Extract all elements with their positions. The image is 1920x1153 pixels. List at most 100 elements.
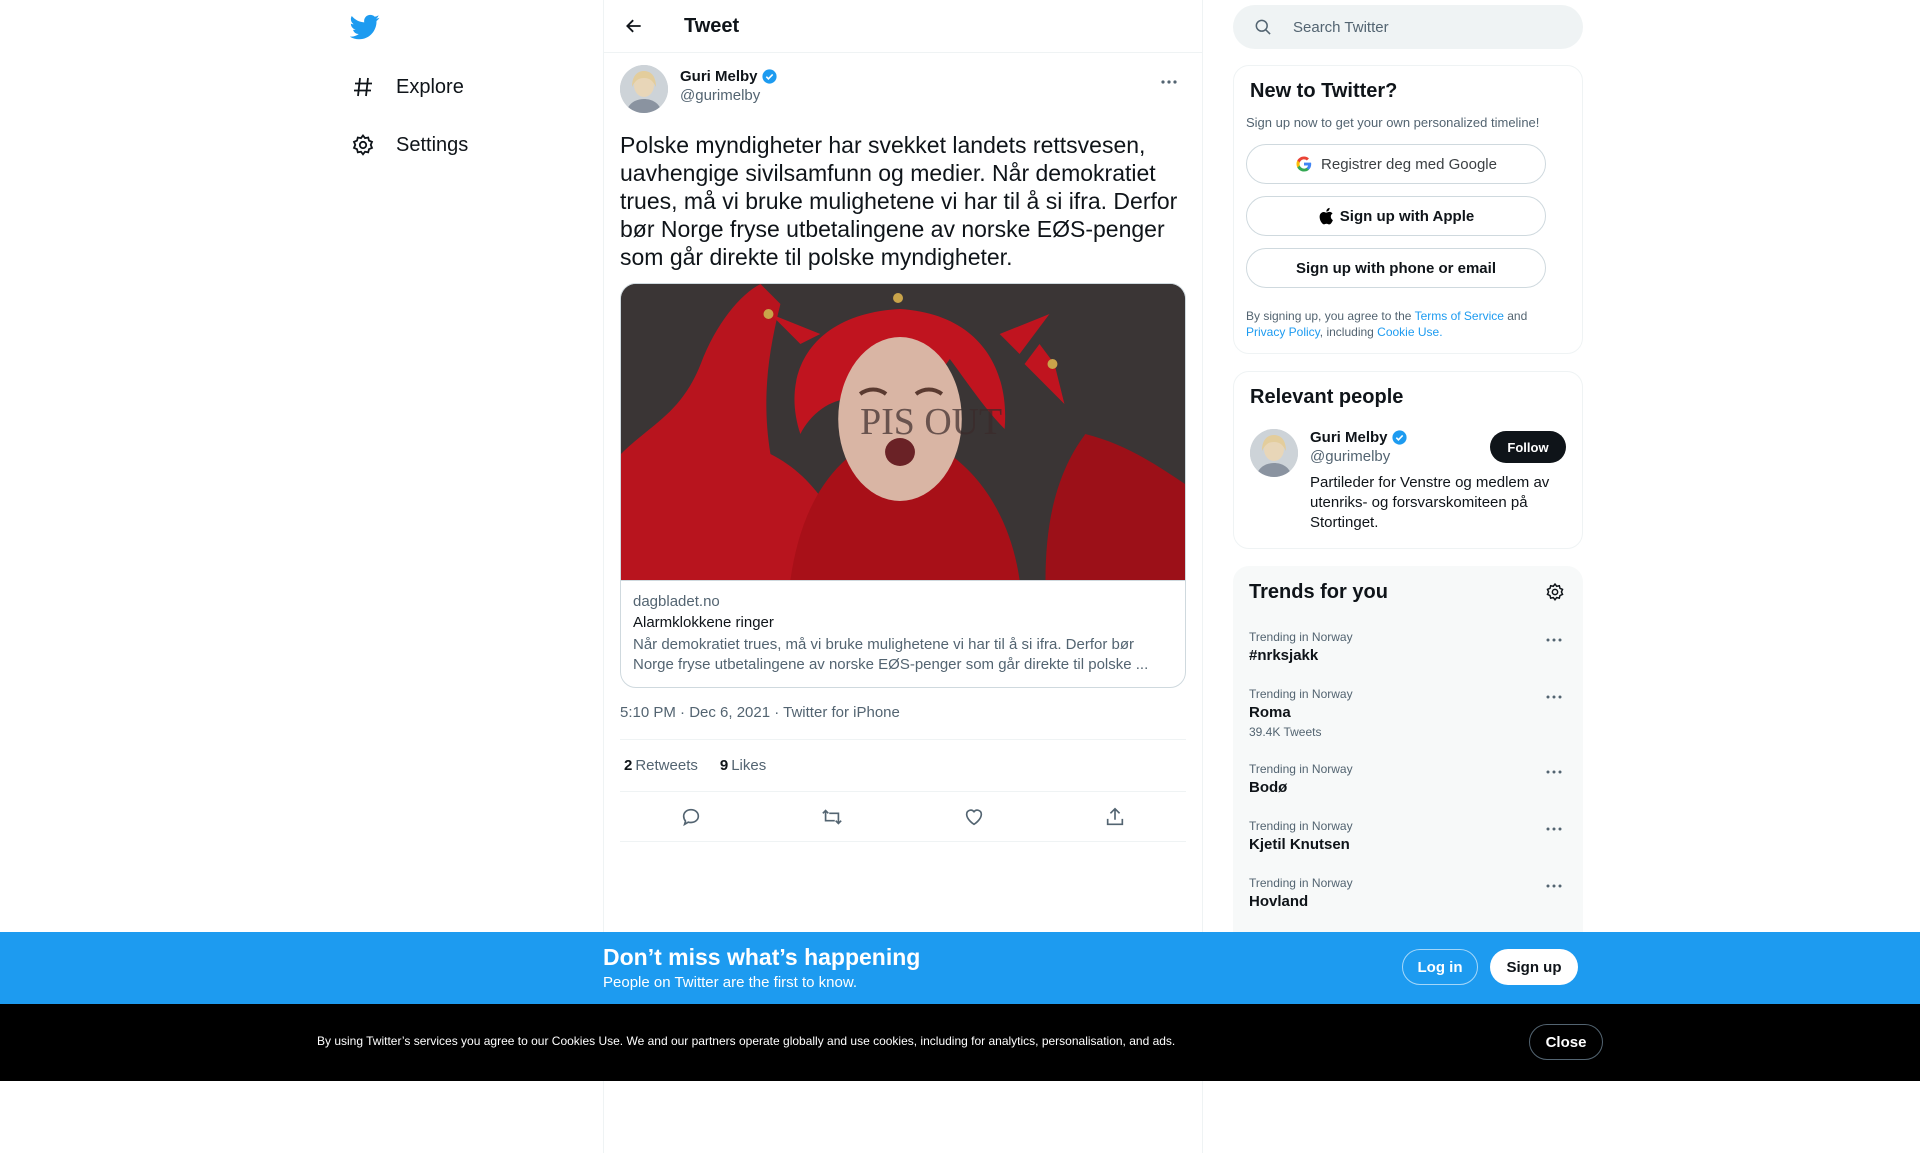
avatar[interactable] [620,65,668,113]
new-to-twitter-panel: New to Twitter? Sign up now to get your … [1233,65,1583,354]
page-title: Tweet [684,14,740,37]
retweet-button[interactable] [814,799,850,835]
author-names: Guri Melby @gurimelby [680,68,778,104]
retweet-icon [822,808,843,825]
cookie-banner-text: By using Twitter’s services you agree to… [317,1034,1176,1048]
trend-name: Roma [1249,704,1291,721]
share-icon [1107,807,1124,825]
verified-badge-icon [761,69,777,84]
trend-name: Hovland [1249,893,1309,910]
nav-label-explore: Explore [396,75,464,98]
trend-item[interactable]: Trending in Norway Roma 39.4K Tweets [1249,687,1567,739]
legal-including: , including [1319,325,1378,339]
svg-text:PIS OUT: PIS OUT [860,401,1002,443]
signup-legal-text: By signing up, you agree to the Terms of… [1246,308,1566,340]
more-icon [1546,770,1562,774]
search-bar[interactable] [1233,5,1583,49]
more-icon [1546,695,1562,699]
tweet-text: Polske myndigheter har svekket landets r… [620,132,1178,270]
tweet-actions [620,792,1186,842]
arrow-left-icon [626,19,641,33]
login-button[interactable]: Log in [1402,949,1478,985]
retweets-stat[interactable]: 2 Retweets [624,757,698,774]
nav-label-settings: Settings [396,133,469,156]
share-button[interactable] [1097,799,1133,835]
more-icon [1161,80,1177,84]
trend-context: Trending in Norway [1249,876,1353,890]
hashtag-icon [350,74,376,100]
author-name[interactable]: Guri Melby [680,68,758,85]
trend-more-button[interactable] [1541,630,1567,650]
trend-count: 39.4K Tweets [1249,725,1322,739]
nav-item-explore[interactable]: Explore [350,67,464,107]
cookie-use-link[interactable]: Cookie Use. [1377,325,1442,339]
trends-settings-button[interactable] [1543,580,1567,604]
page-header: Tweet [604,0,1202,53]
trend-item[interactable]: Trending in Norway Kjetil Knutsen [1249,819,1567,853]
google-signup-button[interactable]: Registrer deg med Google [1246,144,1546,184]
search-icon [1255,19,1271,35]
apple-signup-button[interactable]: Sign up with Apple [1246,196,1546,236]
google-signup-label: Registrer deg med Google [1321,155,1497,173]
new-to-twitter-title: New to Twitter? [1250,80,1398,102]
trends-panel: Trends for you Trending in Norway #nrksj… [1233,566,1583,966]
relevant-person-bio: Partileder for Venstre og medlem av uten… [1310,474,1550,531]
relevant-person[interactable]: Guri Melby @gurimelby Partileder for Ven… [1250,429,1566,533]
trend-more-button[interactable] [1541,762,1567,782]
trends-header: Trends for you [1249,580,1567,604]
signup-banner-headline: Don’t miss what’s happening [603,944,921,970]
trend-more-button[interactable] [1541,819,1567,839]
gear-icon [350,132,376,158]
relevant-people-panel: Relevant people Guri Melby @gurimelby Pa… [1233,371,1583,549]
tweet: Guri Melby @gurimelby Polske myndigheter… [604,53,1202,842]
author-name-line: Guri Melby [680,68,778,85]
relevant-people-title: Relevant people [1250,386,1404,408]
terms-of-service-link[interactable]: Terms of Service [1415,309,1504,323]
more-icon [1546,884,1562,888]
card-title: Alarmklokkene ringer [633,614,774,631]
more-icon [1546,827,1562,831]
twitter-bird-icon[interactable] [349,12,382,44]
like-button[interactable] [956,799,992,835]
more-options-button[interactable] [1152,65,1186,99]
reply-button[interactable] [673,799,709,835]
back-button[interactable] [616,8,652,44]
nav-item-settings[interactable]: Settings [350,125,468,165]
reply-icon [682,808,699,826]
relevant-person-name[interactable]: Guri Melby [1310,429,1388,446]
privacy-policy-link[interactable]: Privacy Policy [1246,325,1320,339]
avatar[interactable] [1250,429,1298,477]
retweets-count: 2 [624,757,633,774]
trend-item[interactable]: Trending in Norway Hovland [1249,876,1567,910]
phone-email-signup-label: Sign up with phone or email [1295,259,1496,277]
trend-context: Trending in Norway [1249,762,1353,776]
author-handle[interactable]: @gurimelby [680,87,778,104]
page: Explore Settings Tweet Guri Melby @gurim… [0,0,1920,1153]
card-body: dagbladet.no Alarmklokkene ringer Når de… [621,580,1185,687]
legal-prefix: By signing up, you agree to the [1246,309,1415,323]
more-icon [1546,638,1562,642]
cookie-close-button[interactable]: Close [1529,1024,1603,1060]
follow-button[interactable]: Follow [1490,431,1566,463]
phone-email-signup-button[interactable]: Sign up with phone or email [1246,248,1546,288]
tweet-stats: 2 Retweets 9 Likes [620,740,1186,792]
trend-more-button[interactable] [1541,876,1567,896]
signup-button[interactable]: Sign up [1490,949,1578,985]
retweets-label: Retweets [635,757,698,774]
trend-context: Trending in Norway [1249,819,1353,833]
trends-title: Trends for you [1249,580,1388,603]
trend-item[interactable]: Trending in Norway Bodø [1249,762,1567,796]
search-input[interactable] [1293,18,1553,36]
likes-count: 9 [719,757,729,774]
gear-icon [1546,582,1564,601]
cookie-banner: By using Twitter’s services you agree to… [0,1004,1920,1081]
trend-more-button[interactable] [1541,687,1567,707]
likes-stat[interactable]: 9 Likes [720,757,766,774]
link-card[interactable]: PIS OUT dagbladet.no Alarmklokkene ringe… [620,283,1186,688]
verified-badge-icon [1391,430,1407,445]
trend-item[interactable]: Trending in Norway #nrksjakk [1249,630,1567,664]
trend-name: Kjetil Knutsen [1249,836,1350,853]
apple-icon [1319,207,1333,225]
tweet-meta[interactable]: 5:10 PM · Dec 6, 2021 · Twitter for iPho… [620,704,1186,740]
tweet-author-row: Guri Melby @gurimelby [620,65,1186,125]
